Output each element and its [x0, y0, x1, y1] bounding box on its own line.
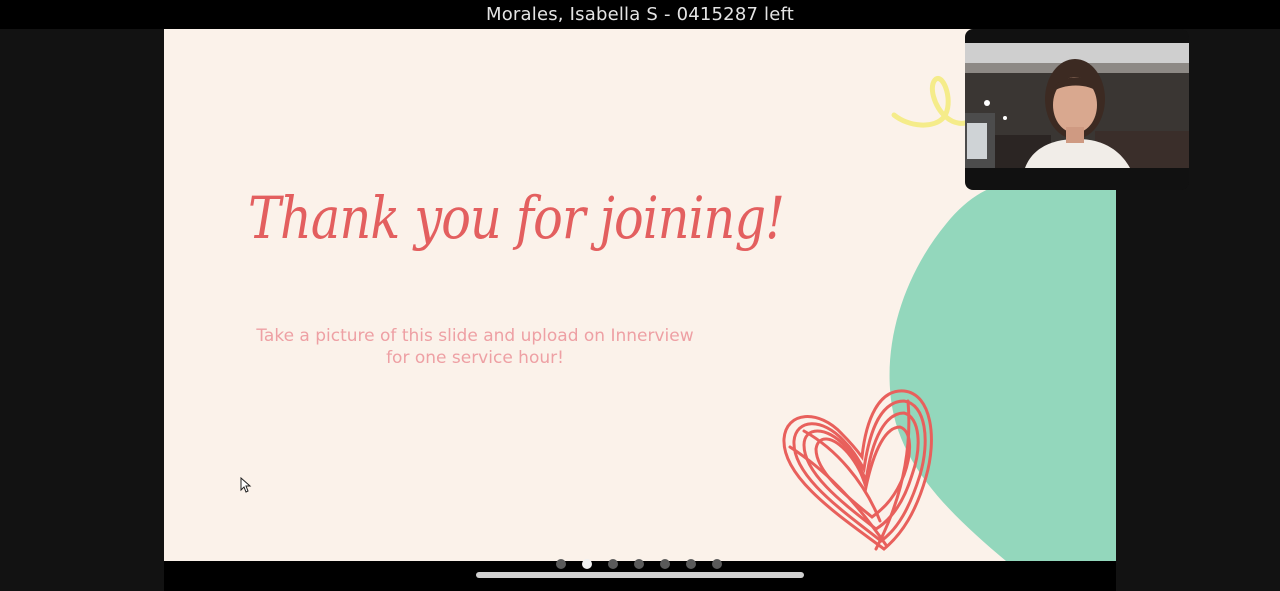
meeting-title-bar: Morales, Isabella S - 0415287 left — [0, 0, 1280, 29]
slide-pagination-dots — [556, 559, 722, 569]
page-dot[interactable] — [582, 559, 592, 569]
page-dot[interactable] — [556, 559, 566, 569]
page-dot[interactable] — [634, 559, 644, 569]
participant-video-tile[interactable] — [965, 29, 1189, 190]
mouse-pointer-icon — [240, 477, 252, 493]
home-indicator[interactable] — [476, 572, 804, 578]
page-dot[interactable] — [608, 559, 618, 569]
window-title: Morales, Isabella S - 0415287 left — [485, 4, 795, 25]
page-dot[interactable] — [712, 559, 722, 569]
participant-video-feed — [965, 43, 1189, 168]
page-dot[interactable] — [686, 559, 696, 569]
page-dot[interactable] — [660, 559, 670, 569]
